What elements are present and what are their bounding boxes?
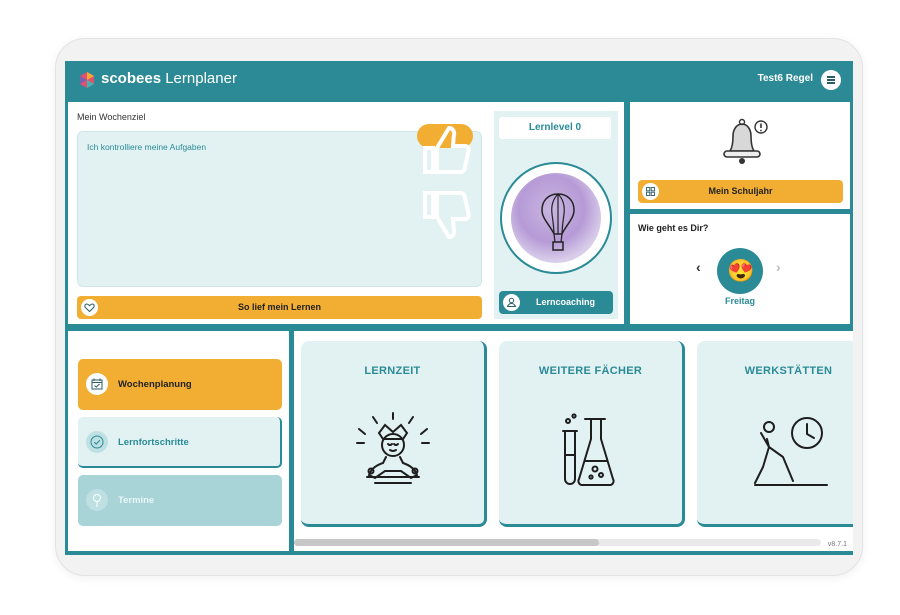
lernlevel-card: Lernlevel 0 Lerncoaching [494, 111, 618, 319]
tile-lernzeit[interactable]: LERNZEIT [301, 341, 487, 527]
sidebar-panel: Wochenplanung Lernfortschritte Termine [68, 331, 289, 551]
thumbs-down-icon[interactable] [417, 185, 473, 241]
sidebar-item-termine[interactable]: Termine [78, 475, 282, 526]
rating-buttons [417, 124, 473, 240]
thumbs-up-icon[interactable] [417, 124, 473, 180]
mood-prev-button[interactable]: ‹ [696, 259, 701, 275]
lernlevel-label: Lernlevel 0 [499, 117, 611, 139]
wochenziel-text: Ich kontrolliere meine Aufgaben [87, 142, 207, 152]
grid-icon [646, 187, 655, 196]
so-lief-mein-lernen-label: So lief mein Lernen [237, 302, 322, 312]
sidebar-item-label: Termine [118, 495, 155, 506]
sidebar-item-label: Wochenplanung [118, 379, 192, 390]
mood-title: Wie geht es Dir? [638, 223, 709, 233]
sidebar-item-wochenplanung[interactable]: Wochenplanung [78, 359, 282, 410]
lerncoaching-button[interactable]: Lerncoaching [499, 291, 613, 314]
mein-schuljahr-label: Mein Schuljahr [708, 186, 773, 196]
tiles-panel: LERNZEIT WEITERE FÄCHER WERKSTÄTTEN [294, 331, 853, 551]
app-screen: scobees Lernplaner Test6 Regel Mein Woch… [65, 61, 853, 555]
calendar-check-icon [91, 378, 103, 390]
tile-label: WERKSTÄTTEN [744, 365, 833, 377]
heart-eyes-emoji-icon: 😍 [727, 258, 755, 283]
pin-icon [93, 494, 101, 507]
lab-flask-icon [561, 413, 615, 487]
tile-werkstaetten[interactable]: WERKSTÄTTEN [697, 341, 853, 527]
tile-weitere-faecher[interactable]: WEITERE FÄCHER [499, 341, 685, 527]
meditating-person-icon [355, 412, 430, 484]
wochenziel-title: Mein Wochenziel [77, 112, 146, 122]
stretching-clock-icon [753, 417, 828, 486]
heart-icon [84, 303, 95, 313]
lerncoaching-label: Lerncoaching [536, 297, 596, 307]
tile-label: WEITERE FÄCHER [538, 365, 643, 377]
sidebar-item-lernfortschritte[interactable]: Lernfortschritte [78, 417, 282, 468]
mein-schuljahr-button[interactable]: Mein Schuljahr [638, 180, 843, 203]
mood-next-button[interactable]: › [776, 259, 781, 275]
bell-icon [723, 118, 768, 164]
user-name[interactable]: Test6 Regel [758, 73, 813, 84]
mood-avatar: 😍 [717, 248, 763, 294]
tile-label: LERNZEIT [364, 365, 421, 377]
app-brand: scobees Lernplaner [101, 70, 237, 87]
sidebar-item-label: Lernfortschritte [118, 437, 189, 448]
scobees-logo-icon [80, 72, 94, 88]
scrollbar-thumb[interactable] [294, 539, 599, 546]
horizontal-scrollbar[interactable] [294, 539, 821, 546]
lernlevel-avatar [500, 162, 612, 274]
hot-air-balloon-icon [541, 193, 575, 251]
coaching-icon [506, 297, 517, 307]
schuljahr-card: Mein Schuljahr [630, 102, 850, 209]
check-circle-icon [90, 435, 104, 449]
version-label: v8.7.1 [827, 541, 847, 548]
mood-day: Freitag [724, 296, 755, 306]
so-lief-mein-lernen-button[interactable]: So lief mein Lernen [77, 296, 482, 319]
hamburger-icon[interactable] [821, 70, 841, 90]
top-bar: scobees Lernplaner Test6 Regel [65, 61, 853, 99]
mood-card: Wie geht es Dir? ‹ 😍 › Freitag [630, 214, 850, 324]
